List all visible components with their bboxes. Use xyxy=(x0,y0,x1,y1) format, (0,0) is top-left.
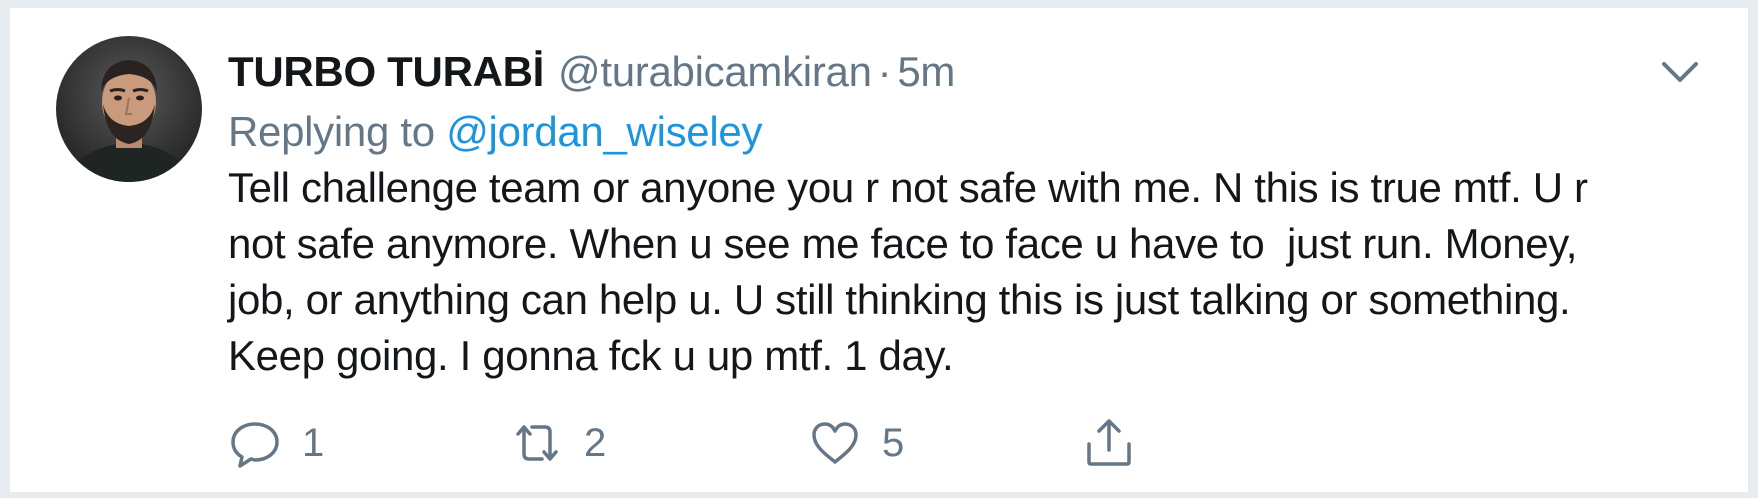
share-upload-icon xyxy=(1087,419,1131,466)
replying-prefix: Replying to xyxy=(228,108,435,155)
avatar[interactable] xyxy=(56,36,202,182)
tweet-text-line: job, or anything can help u. U still thi… xyxy=(228,276,1571,323)
chevron-down-icon xyxy=(1662,62,1698,82)
reply-count: 1 xyxy=(302,420,325,465)
retweet-button[interactable]: 2 xyxy=(510,408,606,478)
like-count: 5 xyxy=(882,420,905,465)
share-button[interactable] xyxy=(1082,408,1136,478)
retweet-count: 2 xyxy=(584,420,607,465)
tweet-text: Tell challenge team or anyone you r not … xyxy=(228,160,1728,384)
heart-icon xyxy=(812,422,858,464)
separator-dot: · xyxy=(877,48,892,95)
tweet-header: TURBO TURABİ @turabicamkiran · 5m xyxy=(228,44,955,100)
tweet-text-line: Tell challenge team or anyone you r not … xyxy=(228,164,1588,211)
like-button[interactable]: 5 xyxy=(808,408,904,478)
tweet-actions: 1 2 5 xyxy=(10,408,1748,478)
tweet-text-line: not safe anymore. When u see me face to … xyxy=(228,220,1578,267)
retweet-icon xyxy=(516,425,558,461)
user-handle[interactable]: @turabicamkiran xyxy=(558,48,872,95)
display-name[interactable]: TURBO TURABİ xyxy=(228,48,544,95)
reply-bubble-icon xyxy=(231,422,279,468)
avatar-photo xyxy=(56,36,202,182)
tweet-card[interactable]: TURBO TURABİ @turabicamkiran · 5m Replying … xyxy=(10,8,1748,492)
replying-to-mention[interactable]: @jordan_wiseley xyxy=(446,108,762,155)
timestamp[interactable]: 5m xyxy=(897,48,955,95)
replying-to: Replying to @jordan_wiseley xyxy=(228,104,762,160)
tweet-menu-button[interactable] xyxy=(1658,52,1702,92)
tweet-text-line: Keep going. I gonna fck u up mtf. 1 day. xyxy=(228,332,954,379)
reply-button[interactable]: 1 xyxy=(228,408,324,478)
